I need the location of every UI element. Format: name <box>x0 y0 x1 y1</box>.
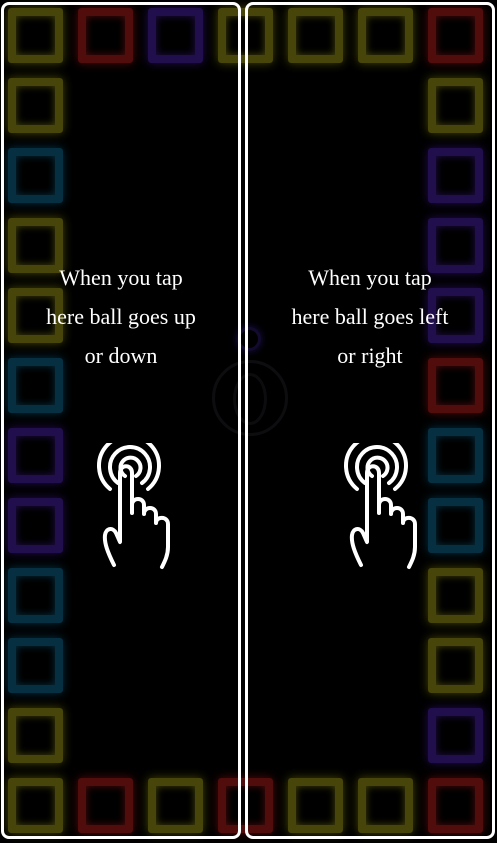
hint-line-2: here ball goes left <box>291 304 449 329</box>
hint-line-1: When you tap <box>59 265 183 290</box>
hint-line-3: or right <box>337 343 403 368</box>
hint-text-horizontal: When you tap here ball goes left or righ… <box>248 258 492 375</box>
tap-zone-horizontal[interactable]: When you tap here ball goes left or righ… <box>245 2 495 839</box>
tap-hand-icon <box>344 443 417 569</box>
tap-zone-vertical[interactable]: When you tap here ball goes up or down <box>1 2 241 839</box>
hint-line-2: here ball goes up <box>46 304 196 329</box>
hint-text-vertical: When you tap here ball goes up or down <box>4 258 238 375</box>
hint-line-3: or down <box>84 343 158 368</box>
hint-line-1: When you tap <box>308 265 432 290</box>
tap-hand-icon <box>97 443 170 569</box>
